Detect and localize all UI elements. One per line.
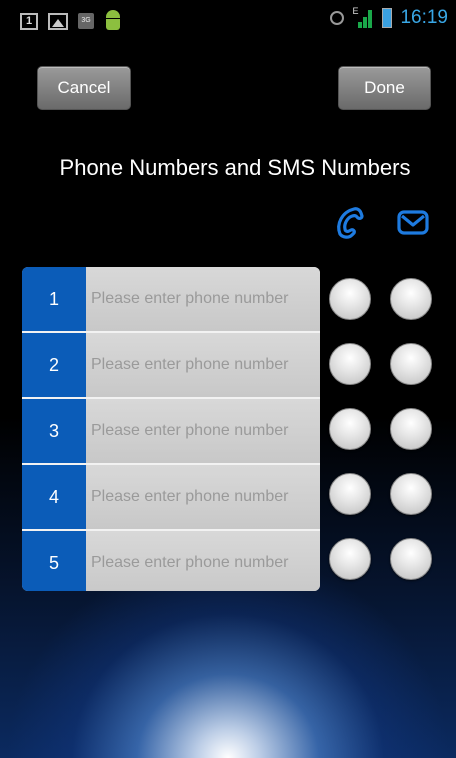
row-index: 2: [22, 333, 86, 397]
list-item: 3 Please enter phone number: [22, 399, 320, 463]
battery-icon: [382, 8, 393, 28]
clock: 16:19: [400, 7, 448, 28]
sms-radio-1[interactable]: [390, 278, 432, 320]
alarm-icon: [330, 11, 345, 25]
cancel-button[interactable]: Cancel: [37, 66, 131, 110]
call-radio-1[interactable]: [329, 278, 371, 320]
signal-label: E: [352, 6, 359, 16]
sms-radio-3[interactable]: [390, 408, 432, 450]
row-index: 1: [22, 267, 86, 331]
sms-radio-4[interactable]: [390, 473, 432, 515]
done-button[interactable]: Done: [338, 66, 431, 110]
image-notification-icon: [48, 12, 68, 30]
android-icon: [104, 10, 122, 32]
sms-radio-2[interactable]: [390, 343, 432, 385]
phone-number-field[interactable]: Please enter phone number: [86, 399, 320, 463]
status-bar: 1 3G E 16:19: [0, 0, 456, 38]
call-radio-4[interactable]: [329, 473, 371, 515]
sms-radio-5[interactable]: [390, 538, 432, 580]
page-title: Phone Numbers and SMS Numbers: [59, 155, 411, 180]
list-item: 2 Please enter phone number: [22, 333, 320, 397]
phone-number-field[interactable]: Please enter phone number: [86, 531, 320, 591]
list-item: 4 Please enter phone number: [22, 465, 320, 529]
signal-icon: E: [352, 6, 374, 28]
notification-count-icon: 1: [20, 12, 38, 30]
row-index: 4: [22, 465, 86, 529]
envelope-icon: [397, 210, 429, 235]
row-index: 5: [22, 531, 86, 591]
call-radio-3[interactable]: [329, 408, 371, 450]
phone-number-field[interactable]: Please enter phone number: [86, 465, 320, 529]
app-screen: 1 3G E 16:19 Cancel Done Phone Numbers a…: [0, 0, 456, 758]
call-radio-2[interactable]: [329, 343, 371, 385]
phone-icon: [337, 207, 364, 239]
phone-number-field[interactable]: Please enter phone number: [86, 267, 320, 331]
phone-number-field[interactable]: Please enter phone number: [86, 333, 320, 397]
phone-number-list: 1 Please enter phone number 2 Please ent…: [22, 267, 320, 591]
list-item: 5 Please enter phone number: [22, 531, 320, 591]
row-index: 3: [22, 399, 86, 463]
network-3g-icon: 3G: [78, 13, 94, 29]
list-item: 1 Please enter phone number: [22, 267, 320, 331]
call-radio-5[interactable]: [329, 538, 371, 580]
